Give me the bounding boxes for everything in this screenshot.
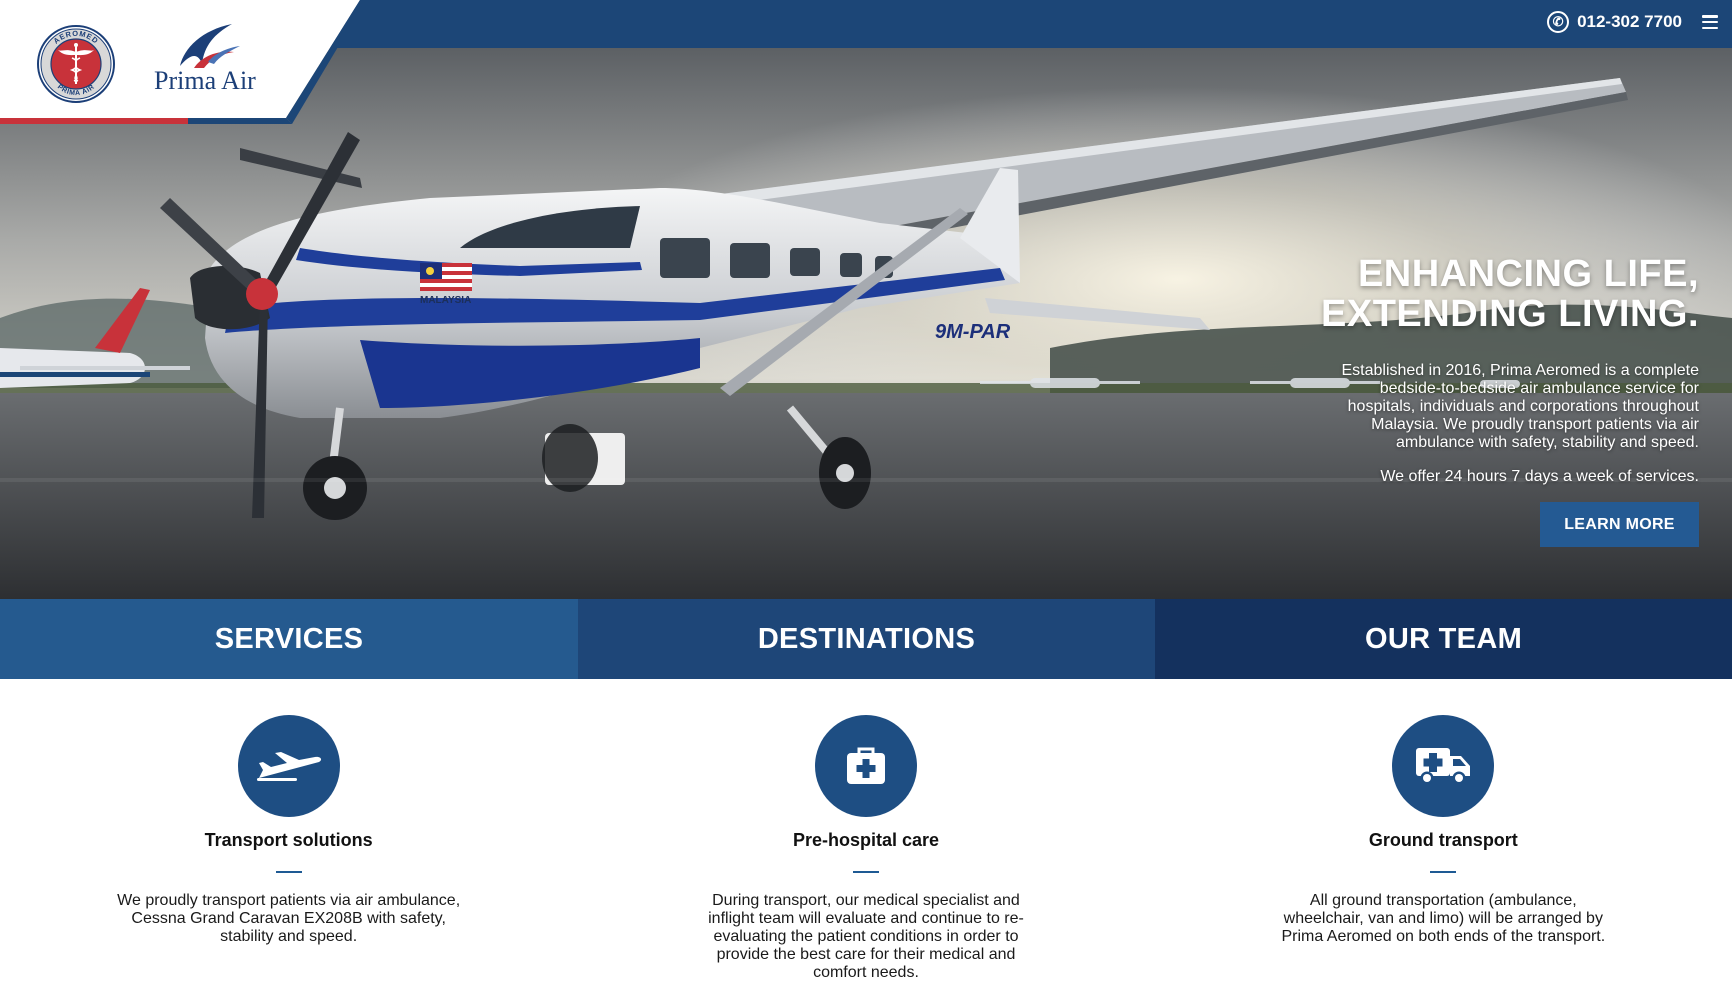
divider <box>275 871 302 873</box>
hero-banner: MALAYSIA 9M-PAR ENHANCING LIFE, EXTENDIN… <box>0 48 1732 599</box>
service-title: Ground transport <box>1368 830 1518 850</box>
tab-services[interactable]: SERVICES <box>0 599 578 679</box>
service-card-transport: Transport solutions We proudly transport… <box>0 679 577 1007</box>
phone-number[interactable]: 012-302 7700 <box>1577 12 1682 32</box>
hero-title-line-2: EXTENDING LIVING. <box>1321 293 1699 335</box>
first-aid-kit-icon[interactable] <box>814 715 917 817</box>
service-title: Transport solutions <box>204 830 373 850</box>
learn-more-button[interactable]: LEARN MORE <box>1540 502 1699 547</box>
hero-copy: ENHANCING LIFE, EXTENDING LIVING. Establ… <box>1139 254 1699 547</box>
section-tabs: SERVICES DESTINATIONS OUR TEAM <box>0 599 1732 679</box>
service-description: We proudly transport patients via air am… <box>117 892 461 945</box>
phone-contact[interactable]: ✆ 012-302 7700 <box>1547 11 1682 33</box>
service-description: During transport, our medical specialist… <box>708 892 1024 981</box>
airplane-icon[interactable] <box>237 715 340 817</box>
hamburger-menu-icon[interactable] <box>1702 15 1718 29</box>
service-card-ground-transport: Ground transport All ground transportati… <box>1155 679 1732 1007</box>
hero-title: ENHANCING LIFE, EXTENDING LIVING. <box>1139 254 1699 334</box>
aircraft-flag-text: MALAYSIA <box>420 295 471 306</box>
logo-panel: AEROMED PRIMA AIR Prima Air <box>0 0 380 130</box>
aircraft-registration: 9M-PAR <box>935 321 1011 343</box>
brand-name: Prima Air <box>154 66 256 95</box>
divider <box>1430 871 1457 873</box>
service-card-pre-hospital: Pre-hospital care During transport, our … <box>577 679 1154 1007</box>
phone-icon: ✆ <box>1547 11 1570 33</box>
prima-air-logo[interactable]: Prima Air <box>150 22 270 98</box>
hero-title-line-1: ENHANCING LIFE, <box>1357 253 1699 295</box>
service-title: Pre-hospital care <box>792 830 940 850</box>
divider <box>852 871 879 873</box>
service-description: All ground transportation (ambulance, wh… <box>1281 892 1606 945</box>
services-list: Transport solutions We proudly transport… <box>0 679 1732 1007</box>
prima-air-swoosh-icon <box>180 24 240 68</box>
tab-destinations[interactable]: DESTINATIONS <box>578 599 1155 679</box>
hero-availability: We offer 24 hours 7 days a week of servi… <box>1380 468 1699 485</box>
tab-our-team[interactable]: OUR TEAM <box>1155 599 1732 679</box>
aeromed-seal-logo[interactable]: AEROMED PRIMA AIR <box>36 24 116 104</box>
ambulance-icon[interactable] <box>1392 715 1495 817</box>
hero-description: Established in 2016, Prima Aeromed is a … <box>1341 362 1699 451</box>
